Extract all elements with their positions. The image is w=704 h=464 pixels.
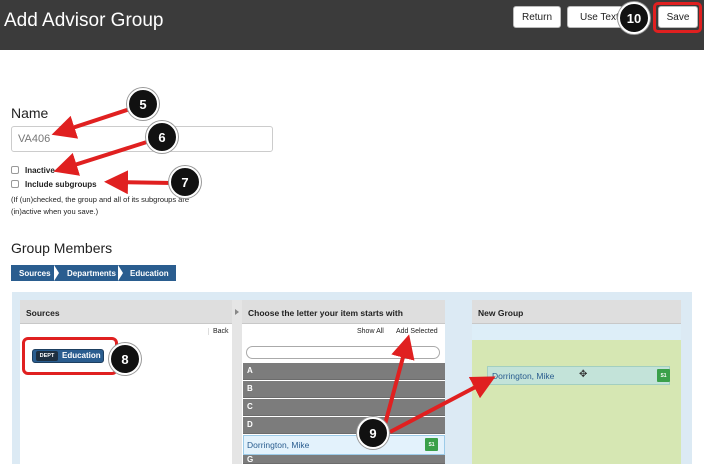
annotation-arrows (51, 107, 496, 434)
arrow-to-subgroups (104, 170, 173, 195)
arrow-to-inactive (53, 139, 151, 176)
callout-6: 6 (146, 121, 178, 153)
callout-9: 9 (357, 417, 389, 449)
arrow-to-name-field (51, 107, 131, 139)
arrow-to-add-selected (382, 334, 415, 429)
callout-10: 10 (618, 2, 650, 34)
callout-8: 8 (109, 343, 141, 375)
arrow-to-new-group (389, 376, 496, 434)
callout-7: 7 (169, 166, 201, 198)
callout-5: 5 (127, 88, 159, 120)
